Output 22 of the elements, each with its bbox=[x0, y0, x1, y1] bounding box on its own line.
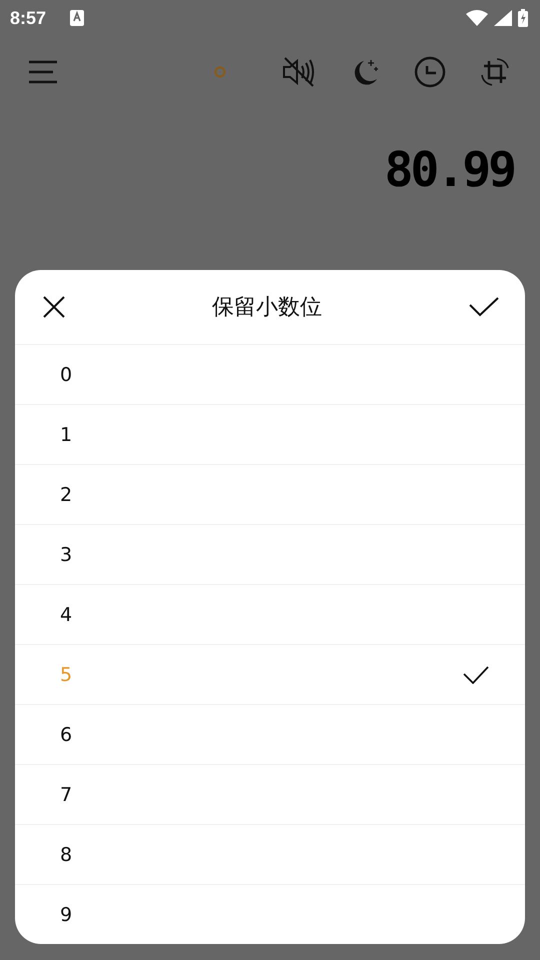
option-item[interactable]: 9 bbox=[15, 884, 525, 944]
option-item[interactable]: 8 bbox=[15, 824, 525, 884]
option-item[interactable]: 7 bbox=[15, 764, 525, 824]
crop-rotate-icon[interactable] bbox=[480, 57, 510, 87]
display-value: 80.99 bbox=[384, 142, 514, 198]
sheet-title: 保留小数位 bbox=[212, 294, 322, 322]
wifi-icon bbox=[466, 10, 488, 26]
option-item[interactable]: 6 bbox=[15, 704, 525, 764]
clock-icon[interactable] bbox=[414, 56, 446, 88]
check-icon bbox=[463, 666, 489, 684]
option-item[interactable]: 0 bbox=[15, 344, 525, 404]
status-time: 8:57 bbox=[10, 8, 46, 28]
circle-icon bbox=[214, 66, 226, 78]
menu-icon[interactable] bbox=[28, 60, 58, 84]
option-item[interactable]: 1 bbox=[15, 404, 525, 464]
option-item[interactable]: 2 bbox=[15, 464, 525, 524]
mute-icon[interactable] bbox=[282, 57, 316, 87]
signal-icon bbox=[494, 10, 512, 26]
option-item[interactable]: 3 bbox=[15, 524, 525, 584]
battery-icon bbox=[518, 9, 528, 27]
keyboard-notification-icon bbox=[70, 10, 84, 26]
option-item[interactable]: 4 bbox=[15, 584, 525, 644]
